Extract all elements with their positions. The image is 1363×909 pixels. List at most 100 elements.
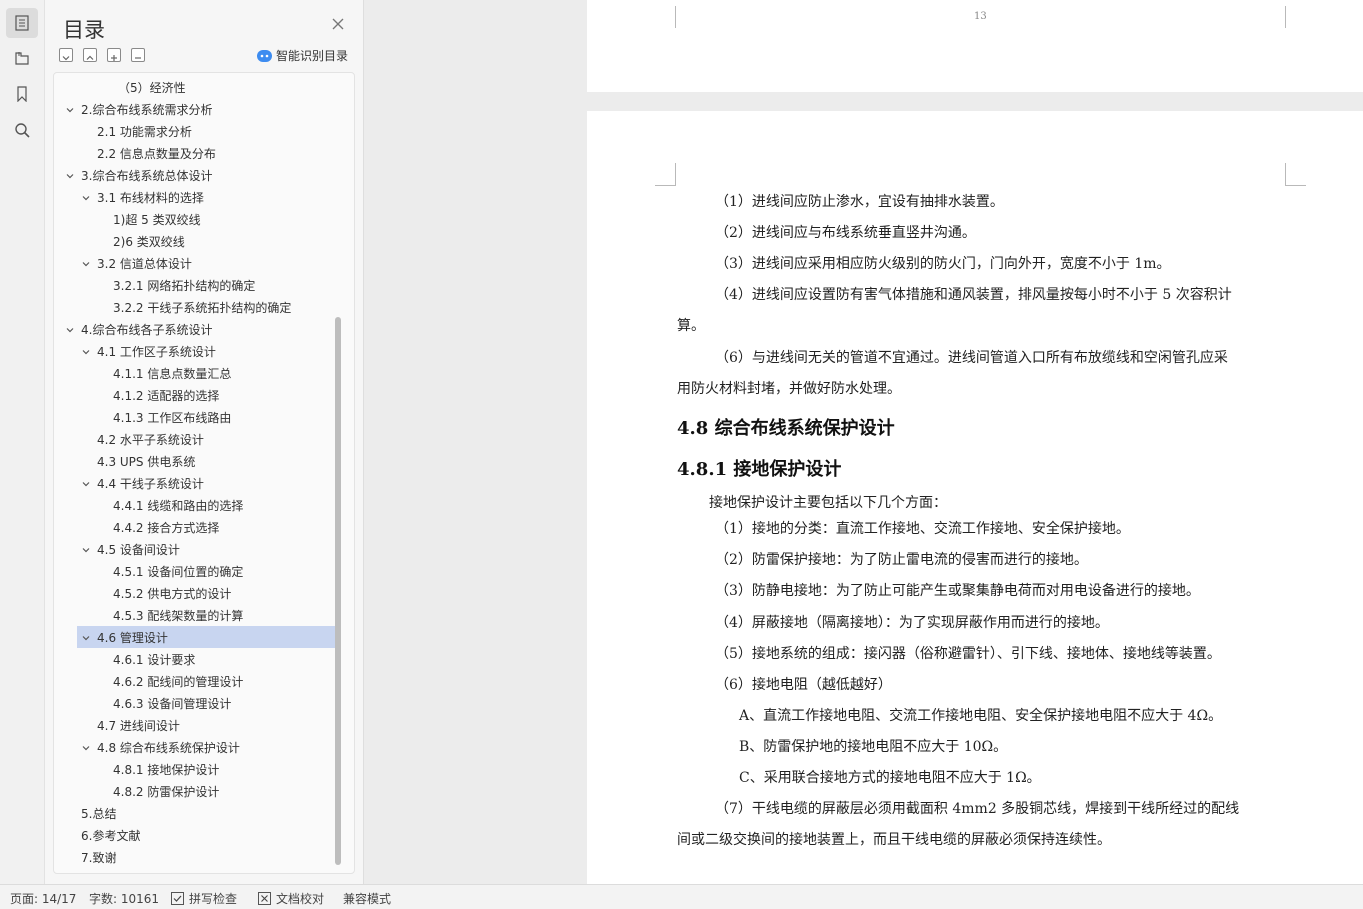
close-icon[interactable] (331, 16, 347, 32)
toc-item[interactable]: 2.2 信息点数量及分布 (97, 143, 216, 165)
toc-item[interactable]: 4.7 进线间设计 (97, 715, 180, 737)
paragraph: B、防雷保护地的接地电阻不应大于 10Ω。 (739, 739, 1008, 755)
paragraph: （7）干线电缆的屏蔽层必须用截面积 4mm2 多股铜芯线，焊接到干线所经过的配线 (715, 801, 1240, 817)
toc-item-label: 2.1 功能需求分析 (97, 125, 192, 139)
toc-item[interactable]: 4.1.1 信息点数量汇总 (113, 363, 231, 385)
document-page[interactable]: （1）进线间应防止渗水，宜设有抽排水装置。 （2）进线间应与布线系统垂直竖井沟通… (587, 111, 1363, 884)
paragraph: （6）接地电阻（越低越好） (715, 677, 892, 693)
chevron-down-icon[interactable] (80, 544, 92, 556)
toc-item[interactable]: 4.1.3 工作区布线路由 (113, 407, 231, 429)
chevron-down-icon[interactable] (64, 170, 76, 182)
toc-item-label: （5）经济性 (118, 81, 186, 95)
toc-item[interactable]: 7.致谢 (81, 847, 116, 869)
heading: 4.8.1 接地保护设计 (677, 459, 842, 480)
paragraph: A、直流工作接地电阻、交流工作接地电阻、安全保护接地电阻不应大于 4Ω。 (739, 708, 1223, 724)
word-count[interactable]: 字数: 10161 (89, 890, 159, 907)
toc-item[interactable]: 4.4.2 接合方式选择 (113, 517, 219, 539)
outline-panel: 目录 智能识别目录 （5）经济性 2.综合布线系统需求分析 2.1 功能需求分析 2.… (45, 0, 364, 884)
smart-toc-button[interactable]: 智能识别目录 (257, 47, 348, 64)
toc-item[interactable]: 4.1 工作区子系统设计 (82, 341, 216, 363)
toc-item-label: 6.参考文献 (81, 829, 141, 843)
proofread-label: 文档校对 (276, 892, 325, 906)
page-indicator[interactable]: 页面: 14/17 (10, 890, 76, 907)
toc-item[interactable]: 6.参考文献 (81, 825, 140, 847)
toc-item[interactable]: 1)超 5 类双绞线 (113, 209, 201, 231)
toc-item-label: 4.5 设备间设计 (97, 543, 180, 557)
chevron-down-icon[interactable] (80, 478, 92, 490)
paragraph: 间或二级交换间的接地装置上，而且干线电缆的屏蔽必须保持连续性。 (677, 832, 1111, 848)
toc-item-label: 4.1 工作区子系统设计 (97, 345, 216, 359)
toc-item-label: 3.2 信道总体设计 (97, 257, 192, 271)
toc-item-label: 3.2.2 干线子系统拓扑结构的确定 (113, 301, 292, 315)
toc-item[interactable]: 4.4 干线子系统设计 (82, 473, 204, 495)
toc-item[interactable]: 4.5.2 供电方式的设计 (113, 583, 231, 605)
document-page-prev: 13 (587, 0, 1363, 92)
toc-list: （5）经济性 2.综合布线系统需求分析 2.1 功能需求分析 2.2 信息点数量及分布… (53, 72, 355, 874)
paragraph: （3）进线间应采用相应防火级别的防火门，门向外开，宽度不小于 1m。 (715, 256, 1171, 272)
toc-item[interactable]: 3.2 信道总体设计 (82, 253, 192, 275)
search-icon[interactable] (6, 115, 38, 145)
outline-icon[interactable] (6, 8, 38, 38)
toc-item-label: 4.1.2 适配器的选择 (113, 389, 220, 403)
toc-item-label: 4.6.1 设计要求 (113, 653, 196, 667)
bookmark-icon[interactable] (6, 79, 38, 109)
toc-item-label: 4.5.3 配线架数量的计算 (113, 609, 244, 623)
toc-item[interactable]: 4.6.2 配线间的管理设计 (113, 671, 243, 693)
pages-icon[interactable] (6, 43, 38, 73)
margin-mark (655, 163, 676, 186)
left-toolbar (0, 0, 45, 884)
toc-item[interactable]: 2)6 类双绞线 (113, 231, 185, 253)
paragraph: 用防火材料封堵，并做好防水处理。 (677, 381, 901, 397)
toc-item[interactable]: 3.1 布线材料的选择 (82, 187, 204, 209)
toc-item[interactable]: 4.6 管理设计 (82, 627, 168, 649)
toc-item[interactable]: 4.1.2 适配器的选择 (113, 385, 219, 407)
chevron-down-icon[interactable] (64, 104, 76, 116)
toc-item[interactable]: 2.1 功能需求分析 (97, 121, 192, 143)
scrollbar[interactable] (335, 317, 341, 865)
paragraph: （3）防静电接地：为了防止可能产生或聚集静电荷而对用电设备进行的接地。 (715, 583, 1200, 599)
chevron-down-icon[interactable] (80, 192, 92, 204)
toc-item[interactable]: 4.6.3 设备间管理设计 (113, 693, 231, 715)
toc-item-label: 4.综合布线各子系统设计 (81, 323, 213, 337)
toc-item-label: 4.1.3 工作区布线路由 (113, 411, 232, 425)
paragraph: （4）进线间应设置防有害气体措施和通风装置，排风量按每小时不小于 5 次容积计 (715, 287, 1232, 303)
toc-item[interactable]: 4.4.1 线缆和路由的选择 (113, 495, 243, 517)
toc-item[interactable]: 3.2.1 网络拓扑结构的确定 (113, 275, 255, 297)
collapse-all-icon[interactable] (83, 48, 97, 62)
toc-item[interactable]: 4.5 设备间设计 (82, 539, 180, 561)
toc-item[interactable]: 4.5.3 配线架数量的计算 (113, 605, 243, 627)
expand-all-icon[interactable] (59, 48, 73, 62)
toc-item[interactable]: 4.8 综合布线系统保护设计 (82, 737, 240, 759)
toc-item[interactable]: 5.总结 (81, 803, 116, 825)
toc-item-label: 3.2.1 网络拓扑结构的确定 (113, 279, 256, 293)
remove-heading-icon[interactable] (131, 48, 145, 62)
paragraph: （1）进线间应防止渗水，宜设有抽排水装置。 (715, 194, 1004, 210)
toc-item[interactable]: 4.3 UPS 供电系统 (97, 451, 195, 473)
toc-item[interactable]: 4.综合布线各子系统设计 (66, 319, 213, 341)
toc-item[interactable]: 4.6.1 设计要求 (113, 649, 195, 671)
add-heading-icon[interactable] (107, 48, 121, 62)
toc-item-label: 4.5.2 供电方式的设计 (113, 587, 232, 601)
chevron-down-icon[interactable] (80, 632, 92, 644)
paragraph: （2）进线间应与布线系统垂直竖井沟通。 (715, 225, 976, 241)
toc-item[interactable]: 4.2 水平子系统设计 (97, 429, 204, 451)
toc-item-label: 5.总结 (81, 807, 117, 821)
toc-item[interactable]: 4.5.1 设备间位置的确定 (113, 561, 243, 583)
toc-item-label: 4.4 干线子系统设计 (97, 477, 204, 491)
chevron-down-icon[interactable] (80, 258, 92, 270)
chevron-down-icon[interactable] (64, 324, 76, 336)
chevron-down-icon[interactable] (80, 742, 92, 754)
toc-item[interactable]: 2.综合布线系统需求分析 (66, 99, 212, 121)
toc-item[interactable]: 4.8.1 接地保护设计 (113, 759, 219, 781)
proofread-button[interactable]: 文档校对 (258, 890, 324, 907)
paragraph: （6）与进线间无关的管道不宜通过。进线间管道入口所有布放缆线和空闲管孔应采 (715, 350, 1228, 366)
toc-item-label: 4.4.1 线缆和路由的选择 (113, 499, 244, 513)
toc-item[interactable]: 3.2.2 干线子系统拓扑结构的确定 (113, 297, 291, 319)
toc-item[interactable]: 3.综合布线系统总体设计 (66, 165, 212, 187)
chevron-down-icon[interactable] (80, 346, 92, 358)
spell-check-button[interactable]: 拼写检查 (171, 890, 237, 907)
toc-item[interactable]: 4.8.2 防雷保护设计 (113, 781, 219, 803)
compat-mode[interactable]: 兼容模式 (343, 890, 391, 907)
page-number: 13 (974, 11, 987, 22)
toc-item[interactable]: （5）经济性 (118, 77, 186, 99)
